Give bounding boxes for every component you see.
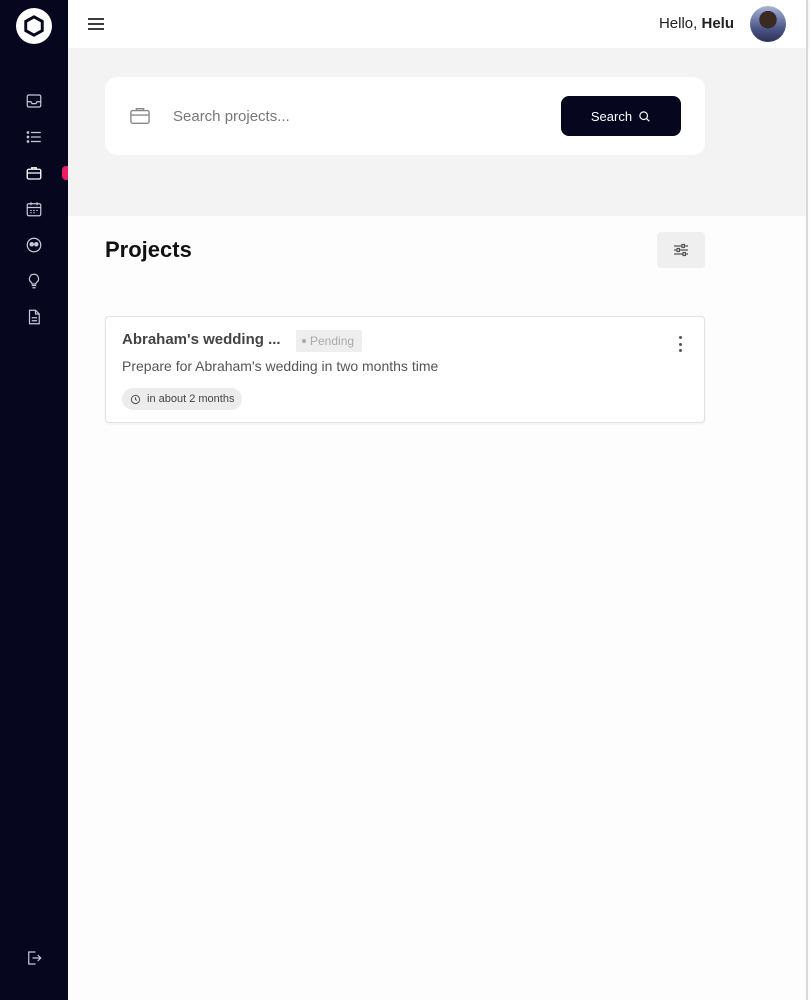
kebab-dot: [678, 349, 682, 352]
sidebar-item-documents[interactable]: [22, 305, 46, 329]
logout-icon: [28, 951, 42, 965]
status-badge: Pending: [296, 330, 363, 352]
user-greeting: Hello, Helu: [659, 15, 734, 32]
inbox-icon: [26, 94, 42, 108]
project-description: Prepare for Abraham's wedding in two mon…: [122, 358, 439, 374]
briefcase-icon: [26, 167, 42, 180]
project-card[interactable]: Abraham's wedding ... Pending Prepare fo…: [105, 316, 705, 423]
search-card: Search: [105, 77, 705, 155]
sidebar-item-calendar[interactable]: [22, 197, 46, 221]
page-title: Projects: [105, 237, 192, 262]
sidebar-item-projects[interactable]: [22, 161, 46, 185]
lightbulb-icon: [28, 273, 40, 289]
app-logo[interactable]: [16, 8, 52, 44]
project-title[interactable]: Abraham's wedding ...: [122, 331, 282, 348]
sidebar-item-list[interactable]: [22, 125, 46, 149]
status-label: Pending: [310, 334, 355, 348]
people-icon: [26, 237, 42, 253]
sidebar-item-team[interactable]: [22, 233, 46, 257]
search-button-label: Search: [590, 108, 633, 124]
filter-button[interactable]: [657, 232, 705, 268]
hexagon-logo-icon: [24, 15, 44, 37]
due-date-chip: in about 2 months: [122, 388, 243, 410]
sliders-icon: [674, 243, 688, 257]
list-icon: [26, 131, 41, 143]
greeting-prefix: Hello,: [658, 15, 702, 32]
document-icon: [28, 309, 40, 325]
briefcase-icon: [130, 108, 150, 124]
kebab-dot: [678, 342, 682, 346]
project-options-button[interactable]: [672, 335, 688, 353]
top-bar: Hello, Helu: [68, 0, 808, 48]
due-date-label: in about 2 months: [147, 393, 235, 405]
kebab-dot: [678, 336, 682, 339]
search-input[interactable]: [173, 101, 543, 131]
scrollbar-track[interactable]: [806, 0, 808, 1000]
search-field-icon: [129, 106, 151, 126]
search-hero: Search: [68, 48, 808, 216]
logout-button[interactable]: [22, 946, 46, 970]
clock-icon: [130, 394, 141, 404]
hamburger-icon: [88, 18, 104, 30]
user-name: Helu: [701, 15, 734, 32]
user-avatar[interactable]: [750, 6, 786, 42]
status-dot: [302, 339, 306, 343]
menu-toggle-button[interactable]: [86, 14, 106, 34]
search-button[interactable]: Search: [561, 96, 681, 136]
sidebar: [0, 0, 70, 1000]
calendar-icon: [26, 202, 42, 217]
search-icon: [639, 110, 650, 122]
sidebar-item-inbox[interactable]: [22, 89, 46, 113]
sidebar-item-ideas[interactable]: [22, 269, 46, 293]
